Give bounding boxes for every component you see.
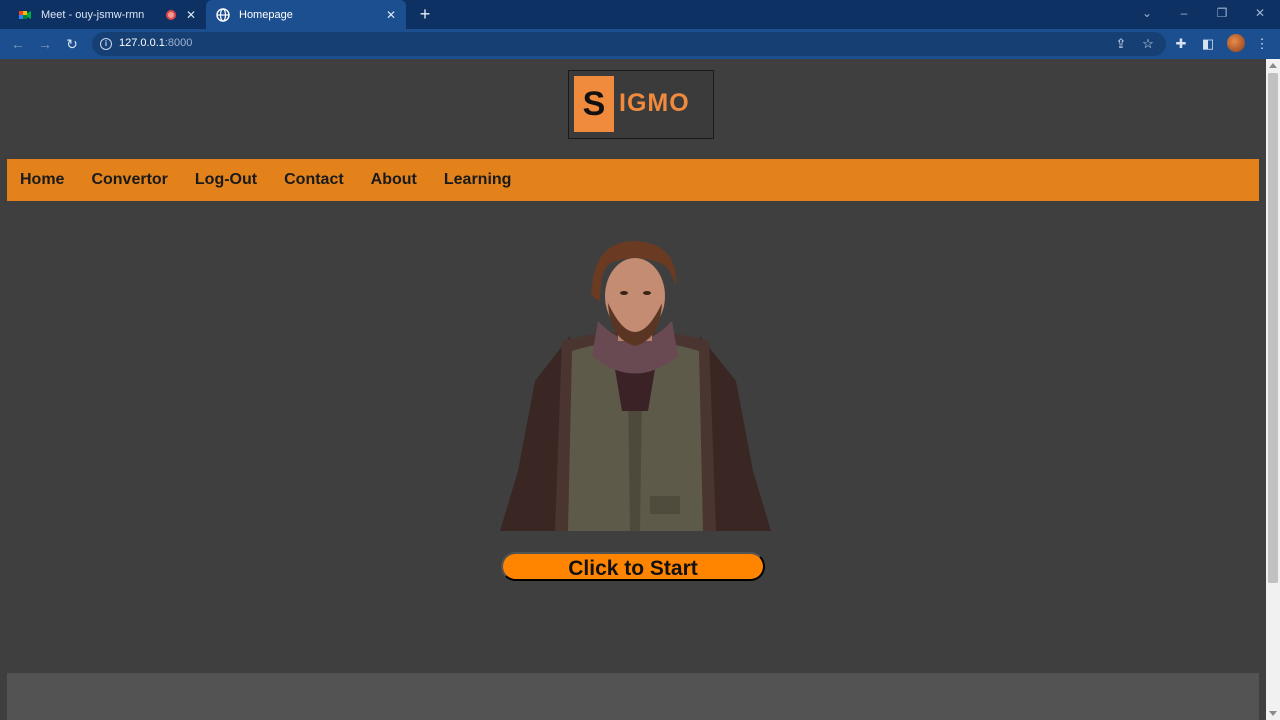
tab-homepage[interactable]: Homepage ✕: [206, 0, 406, 29]
forward-arrow-icon[interactable]: →: [35, 34, 55, 54]
profile-avatar-icon[interactable]: [1227, 34, 1245, 52]
recording-indicator-icon: [166, 9, 176, 20]
page-viewport: S IGMO Home Convertor Log-Out Contact Ab…: [0, 59, 1266, 720]
back-arrow-icon[interactable]: ←: [8, 34, 28, 54]
scroll-down-arrow-icon[interactable]: [1269, 711, 1277, 716]
tab-title: Homepage: [239, 8, 293, 21]
close-tab-icon[interactable]: ✕: [184, 8, 198, 22]
maximize-icon[interactable]: ❐: [1212, 4, 1232, 22]
reload-icon[interactable]: ↻: [62, 34, 82, 54]
scrollbar-thumb[interactable]: [1268, 73, 1278, 583]
share-icon[interactable]: ⇪: [1111, 34, 1131, 54]
side-panel-icon[interactable]: ◧: [1198, 34, 1218, 54]
new-tab-icon[interactable]: +: [416, 4, 434, 24]
site-info-icon[interactable]: i: [100, 38, 112, 50]
url-host: 127.0.0.1: [119, 37, 165, 49]
close-window-icon[interactable]: ✕: [1250, 4, 1270, 22]
browser-toolbar: ← → ↻ i 127.0.0.1:8000 ⇪ ☆ ✚ ◧ ⋮: [0, 29, 1280, 59]
browser-tab-strip: Meet - ouy-jsmw-rmn ✕ Homepage ✕ + ⌄ – ❐…: [0, 0, 1280, 29]
address-bar[interactable]: i 127.0.0.1:8000 ⇪ ☆: [92, 32, 1166, 56]
nav-about[interactable]: About: [371, 171, 417, 189]
nav-learning[interactable]: Learning: [444, 171, 512, 189]
bookmark-star-icon[interactable]: ☆: [1138, 34, 1158, 54]
google-meet-icon: [19, 10, 31, 19]
tab-title: Meet - ouy-jsmw-rmn: [41, 8, 145, 21]
page-scrollbar[interactable]: [1266, 59, 1280, 720]
url-port: :8000: [164, 37, 193, 49]
logo-initial: S: [574, 76, 614, 132]
page-footer: [7, 673, 1259, 720]
tab-meet[interactable]: Meet - ouy-jsmw-rmn ✕: [8, 0, 206, 29]
click-to-start-button[interactable]: Click to Start: [501, 552, 765, 581]
3d-avatar-figure: [500, 241, 771, 531]
logo-wordmark: IGMO: [619, 89, 690, 117]
url-text[interactable]: 127.0.0.1:8000: [119, 37, 192, 49]
close-tab-icon[interactable]: ✕: [384, 8, 398, 22]
globe-icon: [216, 7, 230, 22]
nav-contact[interactable]: Contact: [284, 171, 344, 189]
site-logo[interactable]: S IGMO: [568, 70, 714, 139]
minimize-icon[interactable]: –: [1174, 4, 1194, 22]
main-navbar: Home Convertor Log-Out Contact About Lea…: [7, 159, 1259, 201]
browser-menu-icon[interactable]: ⋮: [1252, 34, 1272, 54]
scroll-up-arrow-icon[interactable]: [1269, 63, 1277, 68]
tab-search-chevron-icon[interactable]: ⌄: [1137, 4, 1157, 22]
nav-log-out[interactable]: Log-Out: [195, 171, 257, 189]
nav-convertor[interactable]: Convertor: [91, 171, 167, 189]
nav-home[interactable]: Home: [20, 171, 64, 189]
extensions-puzzle-icon[interactable]: ✚: [1171, 34, 1191, 54]
